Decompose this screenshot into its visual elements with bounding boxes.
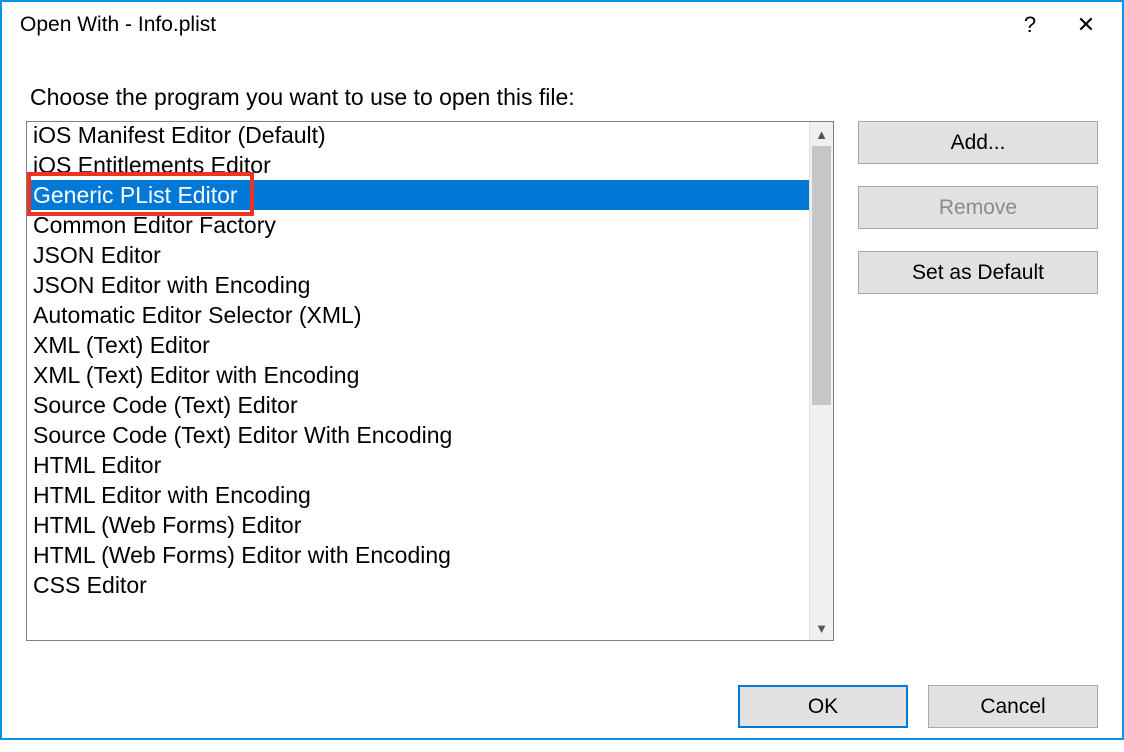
body-row: iOS Manifest Editor (Default)iOS Entitle…: [26, 121, 1098, 641]
list-item[interactable]: HTML Editor: [27, 450, 809, 480]
editor-list[interactable]: iOS Manifest Editor (Default)iOS Entitle…: [27, 122, 809, 640]
list-item[interactable]: XML (Text) Editor with Encoding: [27, 360, 809, 390]
prompt-label: Choose the program you want to use to op…: [26, 84, 1098, 111]
list-item[interactable]: CSS Editor: [27, 570, 809, 600]
list-item[interactable]: JSON Editor with Encoding: [27, 270, 809, 300]
help-icon: ?: [1024, 12, 1036, 38]
dialog-window: Open With - Info.plist ? ✕ Choose the pr…: [0, 0, 1124, 740]
close-icon: ✕: [1077, 12, 1095, 38]
titlebar: Open With - Info.plist ? ✕: [2, 2, 1122, 48]
list-item[interactable]: HTML Editor with Encoding: [27, 480, 809, 510]
list-item[interactable]: iOS Manifest Editor (Default): [27, 122, 809, 150]
scroll-down-arrow-icon[interactable]: ▼: [810, 616, 833, 640]
list-item[interactable]: Common Editor Factory: [27, 210, 809, 240]
close-button[interactable]: ✕: [1058, 2, 1114, 48]
help-button[interactable]: ?: [1002, 2, 1058, 48]
list-item[interactable]: HTML (Web Forms) Editor: [27, 510, 809, 540]
list-item[interactable]: Generic PList Editor: [27, 180, 809, 210]
window-title: Open With - Info.plist: [20, 13, 1002, 37]
scroll-track[interactable]: [810, 146, 833, 616]
remove-button[interactable]: Remove: [858, 186, 1098, 229]
set-default-button[interactable]: Set as Default: [858, 251, 1098, 294]
cancel-button[interactable]: Cancel: [928, 685, 1098, 728]
list-item[interactable]: iOS Entitlements Editor: [27, 150, 809, 180]
scroll-thumb[interactable]: [812, 146, 831, 405]
dialog-footer: OK Cancel: [2, 661, 1122, 752]
list-item[interactable]: Automatic Editor Selector (XML): [27, 300, 809, 330]
scroll-up-arrow-icon[interactable]: ▲: [810, 122, 833, 146]
list-item[interactable]: JSON Editor: [27, 240, 809, 270]
dialog-content: Choose the program you want to use to op…: [2, 48, 1122, 661]
add-button[interactable]: Add...: [858, 121, 1098, 164]
list-item[interactable]: Source Code (Text) Editor: [27, 390, 809, 420]
list-item[interactable]: Source Code (Text) Editor With Encoding: [27, 420, 809, 450]
vertical-scrollbar[interactable]: ▲ ▼: [809, 122, 833, 640]
ok-button[interactable]: OK: [738, 685, 908, 728]
list-item[interactable]: HTML (Web Forms) Editor with Encoding: [27, 540, 809, 570]
side-buttons: Add... Remove Set as Default: [858, 121, 1098, 641]
list-item[interactable]: XML (Text) Editor: [27, 330, 809, 360]
editor-list-container: iOS Manifest Editor (Default)iOS Entitle…: [26, 121, 834, 641]
